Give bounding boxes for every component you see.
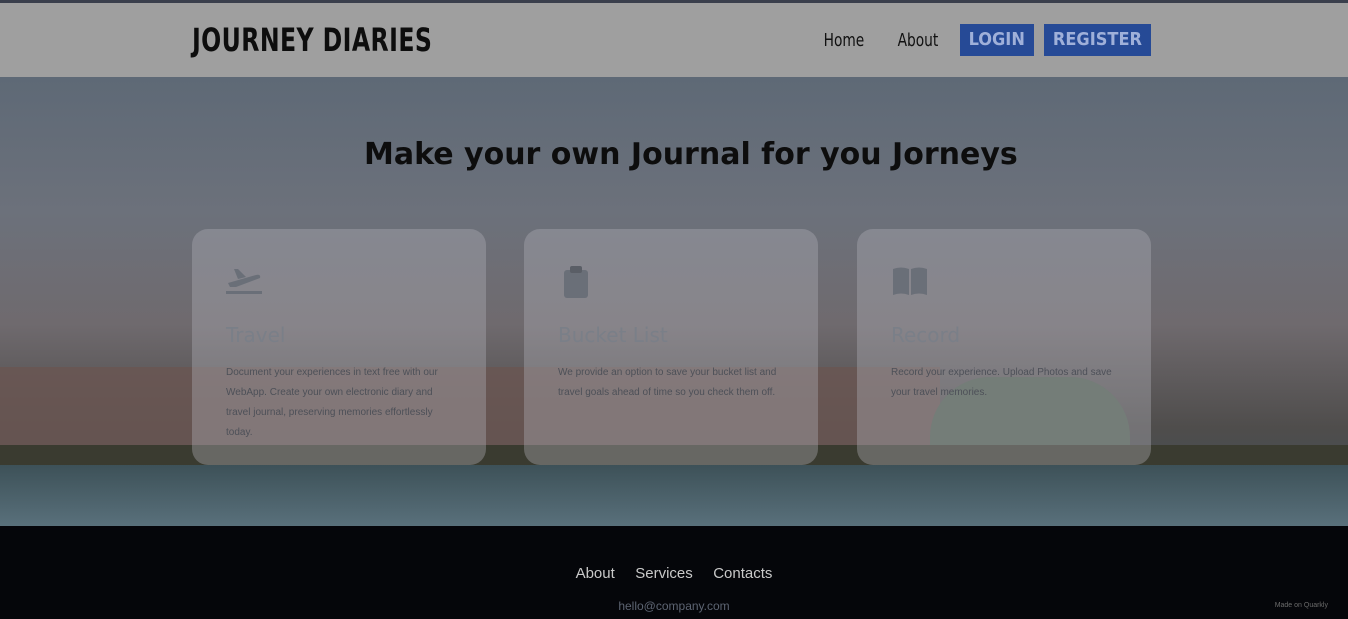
register-button[interactable]: REGISTER (1043, 24, 1151, 56)
hero-section: Make your own Journal for you Jorneys Tr… (0, 77, 1348, 526)
main-nav: Home About LOGIN REGISTER (812, 24, 1151, 56)
nav-about-link[interactable]: About (890, 26, 944, 55)
footer-about-link[interactable]: About (576, 565, 615, 582)
card-title: Record (891, 323, 961, 347)
made-on-badge[interactable]: Made on Quarkly (1275, 602, 1328, 609)
login-button[interactable]: LOGIN (959, 24, 1034, 56)
card-title: Travel (226, 323, 286, 347)
footer-email[interactable]: hello@company.com (0, 599, 1348, 613)
footer-contacts-link[interactable]: Contacts (713, 565, 772, 582)
feature-card-travel: Travel Document your experiences in text… (192, 229, 486, 465)
nav-home-link[interactable]: Home (817, 26, 871, 55)
feature-card-record: Record Record your experience. Upload Ph… (857, 229, 1151, 465)
hero-title: Make your own Journal for you Jorneys (364, 137, 1018, 172)
airplane-icon (226, 265, 262, 299)
clipboard-icon (558, 265, 594, 299)
card-description: We provide an option to save your bucket… (558, 367, 777, 398)
card-title: Bucket List (558, 323, 668, 347)
brand-logo[interactable]: JOURNEY DIARIES (192, 21, 432, 59)
background-river (0, 465, 1348, 526)
feature-card-bucket-list: Bucket List We provide an option to save… (524, 229, 818, 465)
footer-nav: About Services Contacts (0, 565, 1348, 583)
book-icon (891, 265, 927, 299)
card-description: Record your experience. Upload Photos an… (891, 367, 1112, 398)
site-footer: About Services Contacts hello@company.co… (0, 526, 1348, 619)
footer-services-link[interactable]: Services (635, 565, 693, 582)
card-description: Document your experiences in text free w… (226, 367, 438, 438)
site-header: JOURNEY DIARIES Home About LOGIN REGISTE… (0, 3, 1348, 77)
